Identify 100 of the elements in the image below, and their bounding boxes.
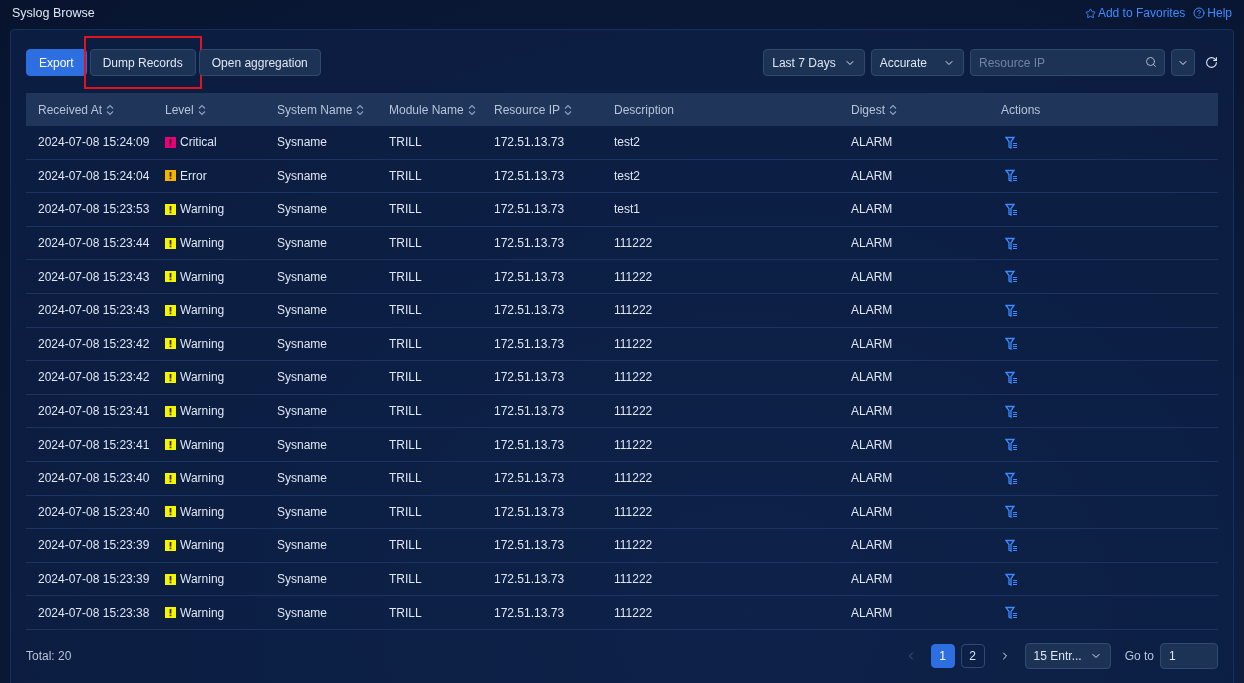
table-cell-text: Sysname	[277, 436, 329, 454]
table-cell-text: Sysname	[277, 201, 329, 219]
table-cell-text: ALARM	[851, 201, 894, 219]
table-cell-text: ALARM	[851, 268, 894, 286]
table-cell-text: 2024-07-08 15:23:43	[38, 302, 151, 320]
column-header: Description	[614, 101, 675, 119]
toolbar-button[interactable]: Open aggregation	[198, 49, 321, 76]
table-cell-text: 2024-07-08 15:23:39	[38, 571, 151, 588]
level-label: Warning	[180, 571, 225, 588]
filter-list-icon[interactable]	[1005, 538, 1018, 552]
table-cell-text: ALARM	[851, 167, 894, 185]
table-cell-text: 111222	[614, 268, 654, 286]
table-cell-text: 2024-07-08 15:23:38	[38, 604, 151, 622]
export-button[interactable]: Export	[26, 49, 87, 76]
filter-list-icon[interactable]	[1005, 471, 1018, 485]
search-field[interactable]: Resource IP	[970, 49, 1165, 76]
table-cell-text: 172.51.13.73	[494, 503, 566, 521]
filter-list-icon[interactable]	[1005, 236, 1018, 250]
table-cell-text: ALARM	[851, 302, 894, 320]
table-cell-text: Sysname	[277, 335, 329, 353]
table-cell-text: TRILL	[389, 537, 423, 555]
level-label: Warning	[180, 403, 225, 421]
table-cell-text: Sysname	[277, 503, 329, 521]
level-label: Critical	[180, 134, 217, 152]
sort-icon[interactable]	[889, 103, 897, 116]
help-link[interactable]: Help	[1193, 4, 1232, 22]
level-label: Warning	[180, 436, 225, 454]
search-icon[interactable]	[1145, 56, 1157, 68]
table-cell-text: 172.51.13.73	[494, 537, 566, 555]
table-cell-text: test1	[614, 201, 641, 219]
table-cell-text: ALARM	[851, 436, 894, 454]
page-button[interactable]: 2	[960, 644, 985, 669]
table-cell-text: ALARM	[851, 235, 894, 253]
table-cell-text: TRILL	[389, 167, 423, 185]
match-mode-dropdown[interactable]: Accurate	[870, 49, 964, 76]
filter-list-icon[interactable]	[1005, 438, 1018, 452]
table-cell-text: 172.51.13.73	[494, 302, 566, 320]
table-cell-text: TRILL	[389, 268, 423, 286]
table-cell-text: 2024-07-08 15:23:40	[38, 503, 151, 521]
star-icon	[1084, 7, 1096, 19]
total-count: Total: 20	[26, 648, 72, 666]
toolbar-button[interactable]: Dump Records	[89, 49, 196, 76]
table-cell-text: Sysname	[277, 369, 329, 387]
table-cell-text: 2024-07-08 15:23:53	[38, 201, 151, 219]
filter-list-icon[interactable]	[1005, 606, 1018, 620]
table-cell-text: 172.51.13.73	[494, 571, 566, 588]
level-label: Warning	[180, 302, 225, 320]
table-cell-text: 111222	[614, 369, 654, 387]
filter-list-icon[interactable]	[1005, 203, 1018, 216]
filter-list-icon[interactable]	[1005, 303, 1018, 317]
sort-icon[interactable]	[356, 103, 365, 116]
level-label: Error	[180, 167, 207, 185]
table-cell-text: TRILL	[389, 335, 423, 353]
table-cell-text: TRILL	[389, 604, 423, 622]
filter-list-icon[interactable]	[1005, 370, 1018, 384]
filter-list-icon[interactable]	[1005, 169, 1018, 183]
filter-list-icon[interactable]	[1005, 270, 1018, 284]
filter-list-icon[interactable]	[1005, 505, 1018, 519]
table-cell-text: 111222	[614, 604, 654, 622]
table-cell-text: TRILL	[389, 403, 423, 421]
sort-icon[interactable]	[197, 103, 206, 116]
sort-icon[interactable]	[564, 103, 573, 116]
table-cell-text: 172.51.13.73	[494, 403, 566, 421]
filter-list-icon[interactable]	[1005, 337, 1018, 351]
level-label: Warning	[180, 201, 225, 219]
expand-button[interactable]	[1171, 49, 1195, 76]
page-button[interactable]: 1	[930, 644, 955, 669]
goto-label: Go to	[1124, 648, 1154, 666]
filter-list-icon[interactable]	[1005, 404, 1018, 418]
goto-field[interactable]: 1	[1160, 643, 1218, 670]
time-range-dropdown[interactable]: Last 7 Days	[763, 49, 865, 76]
table-cell-text: Sysname	[277, 167, 329, 185]
table-cell-text: 2024-07-08 15:23:41	[38, 436, 151, 454]
sort-icon[interactable]	[467, 103, 476, 116]
sort-icon[interactable]	[106, 103, 115, 116]
table-cell-text: TRILL	[389, 235, 423, 253]
table-cell-text: 172.51.13.73	[494, 335, 566, 353]
table-cell-text: 172.51.13.73	[494, 167, 566, 185]
page-size-dropdown[interactable]: 15 Entr...	[1024, 643, 1111, 670]
table-cell-text: 111222	[614, 470, 654, 488]
table-cell-text: 111222	[614, 235, 654, 253]
table-cell-text: 111222	[614, 302, 654, 320]
refresh-icon[interactable]	[1205, 56, 1218, 69]
table-cell-text: ALARM	[851, 604, 894, 622]
table-cell-text: 111222	[614, 537, 654, 555]
table-cell-text: 2024-07-08 15:24:04	[38, 167, 151, 185]
table-cell-text: ALARM	[851, 369, 894, 387]
column-header: Digest	[851, 101, 885, 119]
filter-list-icon[interactable]	[1005, 572, 1018, 586]
table-cell-text: ALARM	[851, 470, 894, 488]
table-cell-text: TRILL	[389, 302, 423, 320]
table-cell-text: 111222	[614, 503, 654, 521]
favorites-link[interactable]: Add to Favorites	[1084, 4, 1186, 22]
table-cell-text: ALARM	[851, 537, 894, 555]
level-label: Warning	[180, 369, 225, 387]
column-header: System Name	[277, 101, 353, 119]
table-cell-text: 172.51.13.73	[494, 134, 566, 152]
filter-list-icon[interactable]	[1005, 135, 1018, 149]
table-cell-text: TRILL	[389, 436, 423, 454]
table-cell-text: TRILL	[389, 134, 423, 152]
